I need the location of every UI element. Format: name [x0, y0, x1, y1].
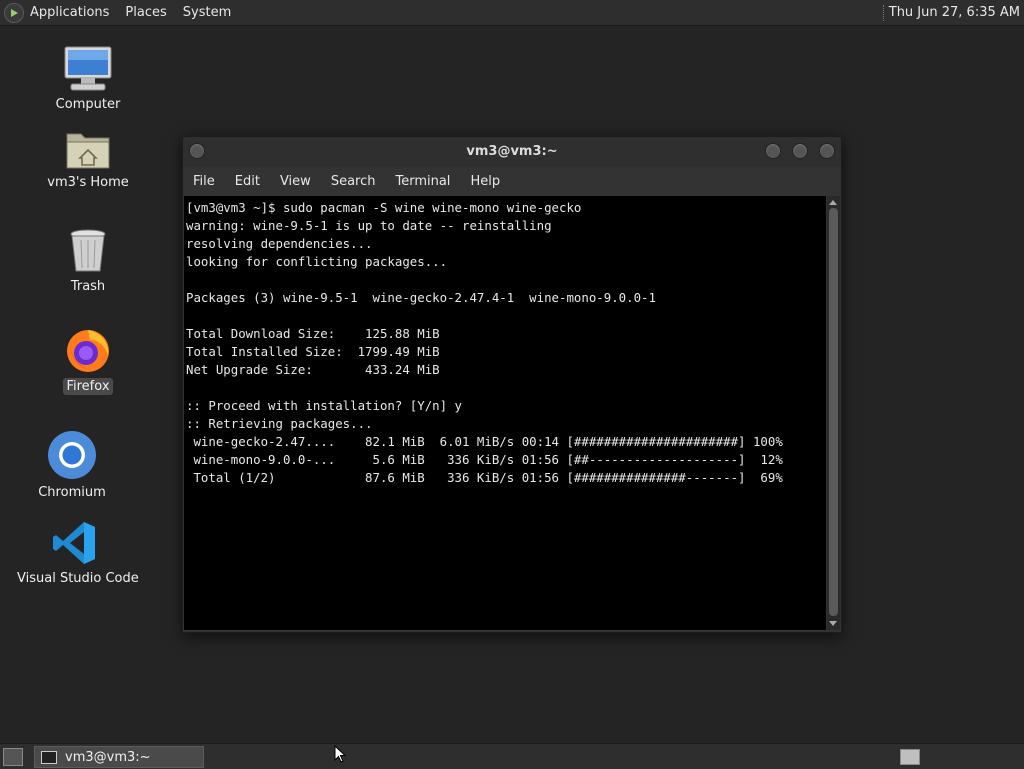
menu-search[interactable]: Search — [321, 174, 386, 189]
applications-menu[interactable]: Applications — [0, 0, 117, 25]
firefox-icon — [67, 330, 109, 372]
desktop-icon-label: Firefox — [63, 378, 113, 395]
bottom-panel: vm3@vm3:~ — [0, 743, 1024, 769]
scroll-down-icon[interactable] — [829, 621, 837, 626]
menu-view[interactable]: View — [270, 174, 321, 189]
show-desktop-icon[interactable] — [3, 748, 23, 766]
chromium-icon — [48, 431, 96, 479]
system-menu[interactable]: System — [175, 0, 239, 25]
home-folder-icon — [66, 133, 110, 169]
desktop-icon-label: Computer — [55, 97, 121, 112]
computer-icon — [64, 46, 112, 91]
clock[interactable]: Thu Jun 27, 6:35 AM — [889, 0, 1020, 25]
desktop-icon-label: Visual Studio Code — [17, 571, 139, 586]
desktop-icon-vscode[interactable]: Visual Studio Code — [14, 520, 139, 587]
desktop-icon-home[interactable]: vm3's Home — [44, 128, 132, 191]
terminal-menu-bar: File Edit View Search Terminal Help — [183, 167, 841, 196]
terminal-output[interactable]: [vm3@vm3 ~]$ sudo pacman -S wine wine-mo… — [184, 196, 826, 630]
desktop-icon-label: vm3's Home — [47, 175, 129, 190]
maximize-button[interactable] — [792, 143, 808, 159]
taskbar-window-button[interactable]: vm3@vm3:~ — [34, 746, 204, 768]
desktop-icon-chromium[interactable]: Chromium — [32, 430, 112, 501]
desktop-icon-computer[interactable]: Computer — [48, 46, 128, 113]
workspace-switcher[interactable] — [900, 749, 920, 765]
desktop-icon-label: Chromium — [38, 485, 106, 500]
scrollbar-thumb[interactable] — [829, 208, 838, 616]
taskbar-window-label: vm3@vm3:~ — [65, 749, 151, 765]
close-button[interactable] — [819, 143, 835, 159]
menu-file[interactable]: File — [183, 174, 225, 189]
window-title-bar[interactable]: vm3@vm3:~ — [183, 137, 841, 167]
menu-help[interactable]: Help — [460, 174, 510, 189]
desktop-icon-trash[interactable]: Trash — [48, 228, 128, 295]
top-panel: Applications Places System Thu Jun 27, 6… — [0, 0, 1024, 26]
minimize-button[interactable] — [765, 143, 781, 159]
places-menu[interactable]: Places — [117, 0, 174, 25]
trash-icon — [70, 229, 106, 272]
desktop-icon-firefox[interactable]: Firefox — [48, 326, 128, 395]
scrollbar[interactable] — [827, 196, 840, 630]
desktop-icon-label: Trash — [70, 279, 106, 294]
terminal-icon — [41, 750, 57, 764]
scroll-up-icon[interactable] — [829, 200, 837, 205]
terminal-window[interactable]: vm3@vm3:~ File Edit View Search Terminal… — [182, 136, 842, 633]
window-title: vm3@vm3:~ — [466, 144, 558, 159]
panel-separator — [883, 5, 886, 21]
menu-terminal[interactable]: Terminal — [385, 174, 460, 189]
menu-edit[interactable]: Edit — [225, 174, 270, 189]
distro-logo-icon — [4, 2, 24, 23]
applications-label: Applications — [30, 5, 110, 20]
mouse-pointer-icon — [334, 745, 346, 763]
vscode-icon — [53, 522, 95, 564]
terminal-text: [vm3@vm3 ~]$ sudo pacman -S wine wine-mo… — [186, 200, 783, 485]
